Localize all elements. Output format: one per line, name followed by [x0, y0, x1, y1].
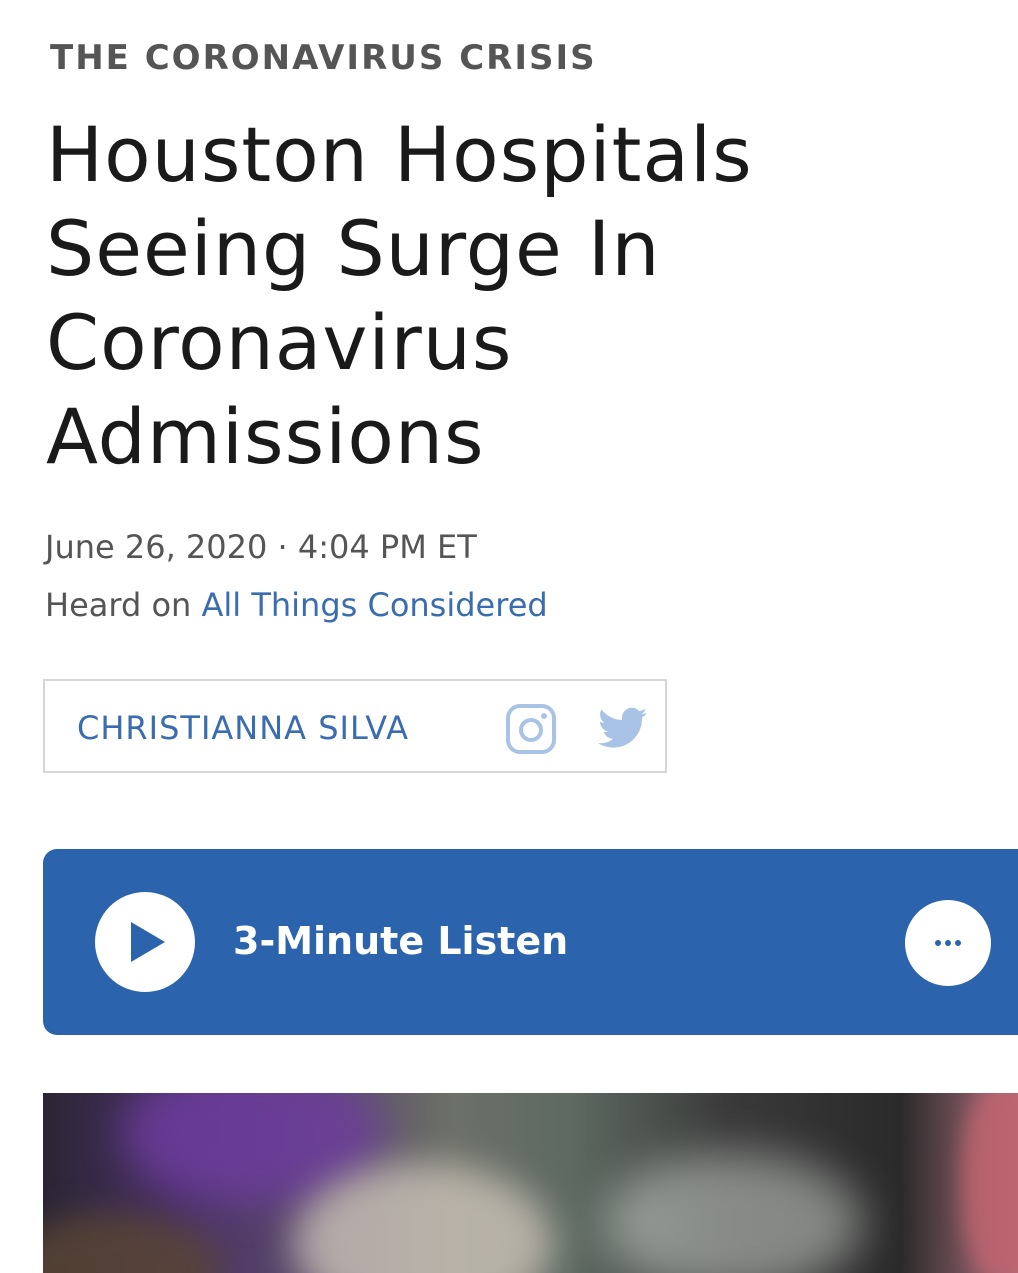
instagram-icon[interactable]	[505, 703, 557, 755]
article-headline: Houston Hospitals Seeing Surge In Corona…	[46, 110, 753, 481]
heard-on-prefix: Heard on	[45, 586, 202, 624]
audio-player: 3-Minute Listen	[43, 849, 1018, 1035]
twitter-icon[interactable]	[595, 703, 651, 753]
section-slug[interactable]: THE CORONAVIRUS CRISIS	[50, 38, 597, 78]
more-options-icon	[935, 940, 961, 946]
article-dateline: June 26, 2020 · 4:04 PM ET	[45, 528, 477, 566]
play-button[interactable]	[95, 892, 195, 992]
play-icon	[131, 922, 165, 962]
more-options-button[interactable]	[905, 900, 991, 986]
author-link[interactable]: CHRISTIANNA SILVA	[77, 709, 409, 747]
heard-on-line: Heard on All Things Considered	[45, 586, 548, 624]
program-link[interactable]: All Things Considered	[201, 586, 547, 624]
byline: CHRISTIANNA SILVA	[43, 679, 667, 773]
article-lead-image	[43, 1093, 1018, 1273]
listen-duration-label: 3-Minute Listen	[233, 919, 569, 963]
